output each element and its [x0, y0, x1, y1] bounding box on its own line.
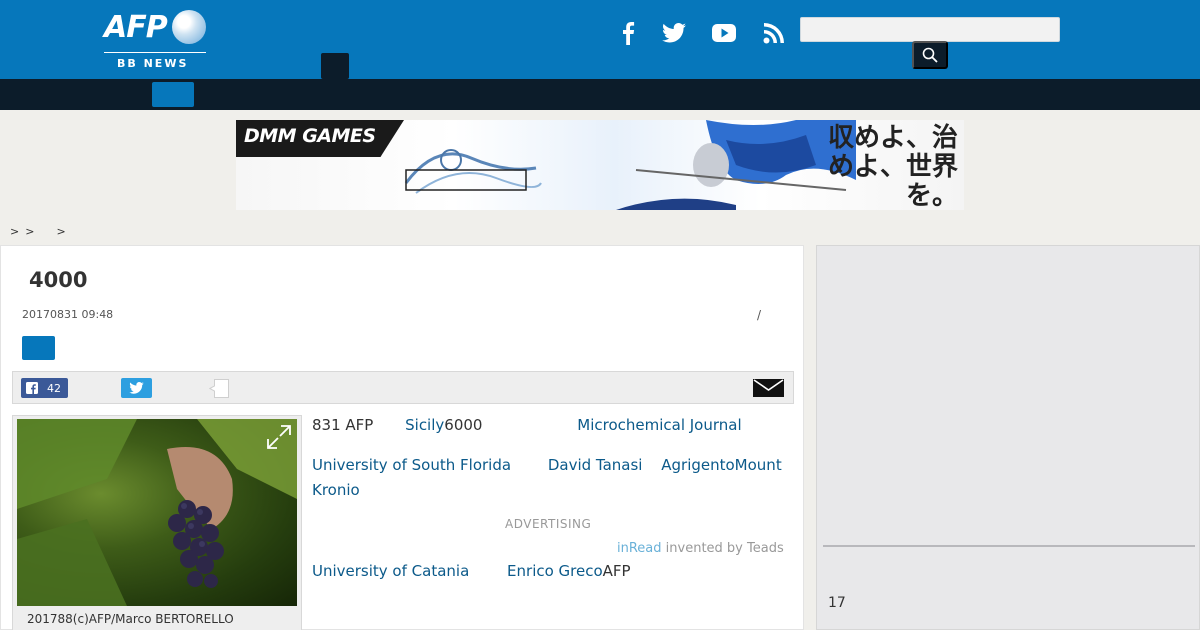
link-microchemical-journal[interactable]: Microchemical Journal [577, 416, 741, 434]
logo-subtitle: BB NEWS [117, 57, 189, 70]
inread-brand: inRead [617, 541, 662, 556]
facebook-share-count: 42 [47, 381, 61, 395]
article-paragraph: 831 AFP Sicily6000 Microchemical Journal [312, 416, 742, 434]
menu-toggle-button[interactable] [321, 53, 349, 79]
twitter-icon[interactable] [661, 20, 687, 46]
facebook-icon[interactable] [615, 20, 641, 46]
twitter-icon [129, 382, 144, 394]
afp-bb-news-logo[interactable]: AFP BB NEWS [104, 8, 208, 72]
link-university-of-south-florida[interactable]: University of South Florida [312, 456, 511, 474]
inread-attribution[interactable]: inRead invented by Teads [617, 541, 784, 556]
article-container: 4000 20170831 09:48 / 42 201788(c)AFP/Ma… [0, 245, 804, 630]
article-date: 20170831 09:48 [22, 308, 114, 321]
comment-bubble-icon[interactable] [209, 379, 229, 398]
breadcrumb-separator: > [25, 225, 35, 238]
photo-caption: 201788(c)AFP/Marco BERTORELLO [27, 612, 234, 626]
link-enrico-greco[interactable]: Enrico Greco [507, 562, 603, 580]
breadcrumb-separator: > [56, 225, 66, 238]
game-logo-art [404, 149, 542, 194]
category-tag-button[interactable] [22, 336, 55, 360]
article-photo[interactable] [17, 419, 297, 606]
advertising-label: ADVERTISING [505, 517, 592, 531]
banner-tagline: 収めよ、治めよ、世界を。 [828, 123, 959, 211]
breadcrumb: > > > [10, 225, 72, 238]
expand-icon[interactable] [265, 423, 293, 451]
paragraph-text: 6000 [444, 416, 483, 434]
twitter-share-button[interactable] [121, 378, 152, 398]
paragraph-text: 831 AFP [312, 416, 374, 434]
article-paragraph: University of Catania Enrico GrecoAFP [312, 562, 631, 580]
anime-character-art [616, 120, 856, 210]
article-paragraph: University of South Florida David Tanasi… [312, 453, 792, 503]
search-icon [922, 47, 938, 63]
mail-icon[interactable] [753, 379, 784, 397]
link-university-of-catania[interactable]: University of Catania [312, 562, 469, 580]
article-photo-figure: 201788(c)AFP/Marco BERTORELLO [12, 415, 302, 630]
breadcrumb-separator: > [10, 225, 20, 238]
facebook-icon [26, 382, 38, 394]
banner-brand-text: DMM GAMES [244, 125, 376, 147]
game-ad-banner[interactable]: DMM GAMES 収めよ、治めよ、世界を。 [236, 120, 964, 210]
inread-suffix: invented by Teads [661, 541, 784, 556]
sidebar: 17 [816, 245, 1200, 630]
article-title: 4000 [29, 268, 88, 292]
logo-divider [104, 52, 206, 53]
logo-text: AFP [104, 10, 168, 45]
globe-icon [172, 10, 206, 44]
rss-icon[interactable] [761, 20, 787, 46]
youtube-icon[interactable] [711, 20, 737, 46]
facebook-share-button[interactable]: 42 [21, 378, 68, 398]
grapes-photo-art [17, 419, 297, 606]
search-input[interactable] [800, 17, 1060, 42]
search-button[interactable] [912, 41, 948, 69]
link-sicily[interactable]: Sicily [405, 416, 444, 434]
article-meta-separator: / [757, 308, 762, 322]
sidebar-divider [823, 545, 1195, 547]
sidebar-count: 17 [828, 595, 846, 611]
nav-item-active[interactable] [152, 82, 194, 107]
paragraph-text: AFP [602, 562, 631, 580]
link-david-tanasi[interactable]: David Tanasi [548, 456, 643, 474]
share-bar: 42 [12, 371, 794, 404]
